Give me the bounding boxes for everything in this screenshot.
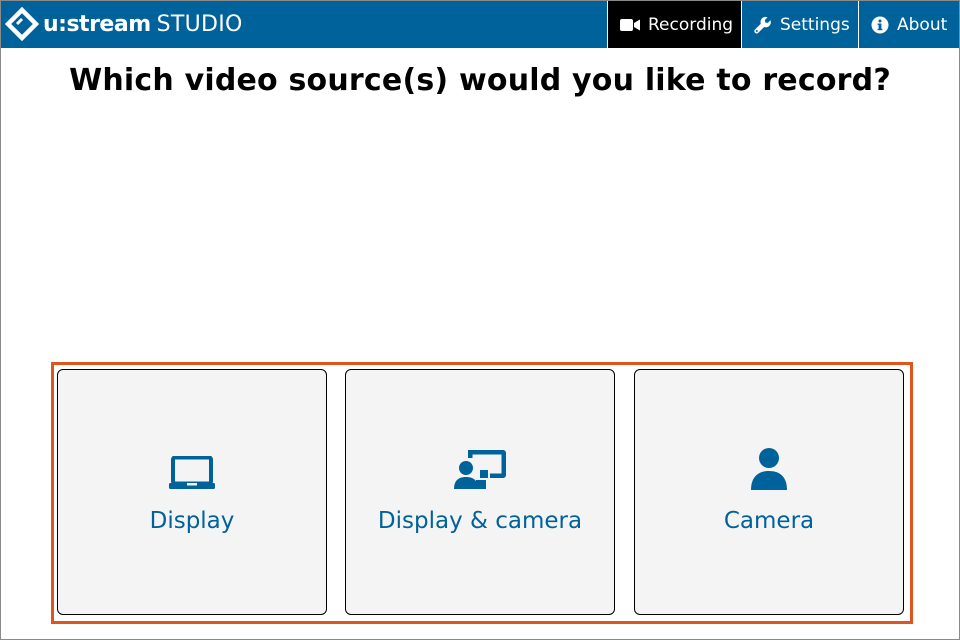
user-icon [750, 448, 788, 490]
main-nav: Recording Settings About [607, 1, 959, 48]
wrench-icon [754, 16, 772, 34]
page-title: Which video source(s) would you like to … [69, 63, 891, 98]
top-bar: u:stream STUDIO Recording Settings About [1, 1, 959, 48]
laptop-icon [169, 448, 215, 490]
source-display-button[interactable]: Display [57, 369, 327, 615]
source-display-label: Display [149, 508, 235, 534]
nav-settings-label: Settings [780, 14, 850, 35]
product-name: STUDIO [156, 11, 243, 37]
nav-recording-label: Recording [648, 14, 734, 35]
video-camera-icon [620, 18, 640, 32]
presenter-screen-icon [454, 448, 506, 490]
source-display-camera-button[interactable]: Display & camera [345, 369, 615, 615]
ustream-logo-icon [5, 7, 39, 41]
source-camera-button[interactable]: Camera [634, 369, 904, 615]
info-icon [871, 16, 889, 34]
source-camera-label: Camera [723, 508, 815, 534]
video-source-options: Display Display & camera Camera [51, 362, 913, 624]
nav-settings[interactable]: Settings [741, 1, 858, 48]
logo: u:stream STUDIO [5, 7, 243, 41]
nav-recording[interactable]: Recording [607, 1, 741, 48]
nav-about[interactable]: About [858, 1, 959, 48]
app-window: u:stream STUDIO Recording Settings About… [0, 0, 960, 640]
source-display-camera-label: Display & camera [377, 508, 583, 534]
brand-name: u:stream [43, 11, 151, 37]
nav-about-label: About [897, 14, 948, 35]
